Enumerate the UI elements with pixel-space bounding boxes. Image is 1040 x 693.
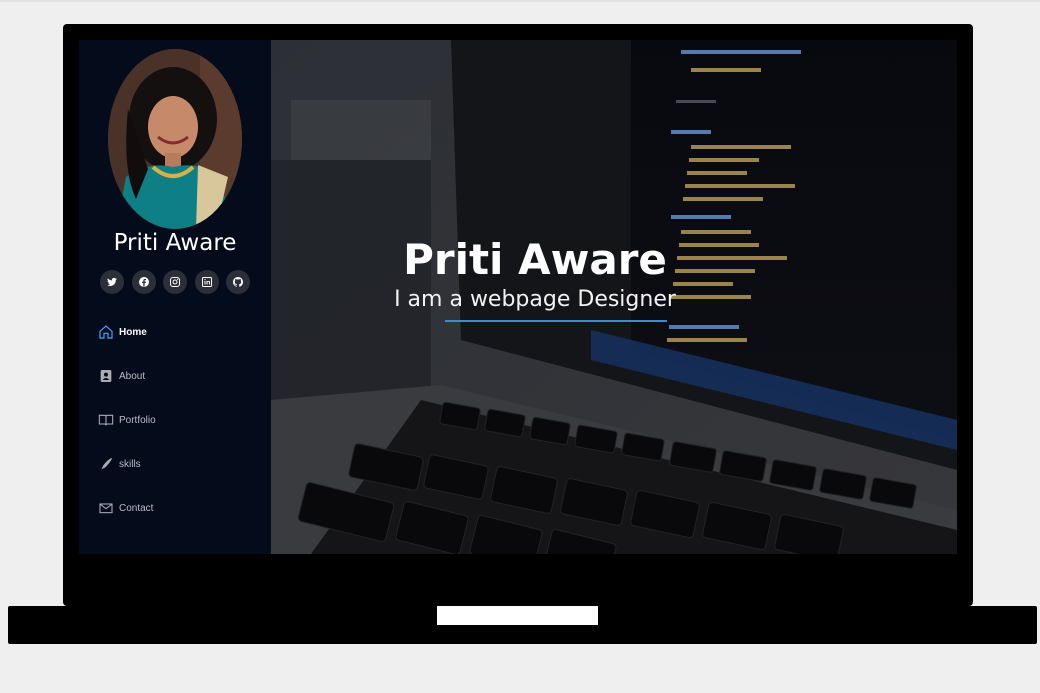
window-top-edge	[0, 0, 1040, 2]
book-icon	[97, 411, 115, 429]
hero-subtitle: I am a webpage Designer	[394, 287, 676, 312]
nav-label-home: Home	[119, 326, 147, 338]
facebook-link[interactable]	[131, 270, 156, 294]
laptop-base-notch	[437, 606, 598, 625]
nav-item-contact[interactable]: Contact	[97, 497, 257, 519]
pen-icon	[97, 455, 115, 473]
twitter-link[interactable]	[100, 270, 124, 294]
hero-section: Priti Aware I am a webpage Designer	[271, 40, 957, 554]
nav-label-portfolio: Portfolio	[119, 414, 156, 426]
facebook-icon	[138, 277, 149, 287]
nav-item-portfolio[interactable]: Portfolio	[97, 409, 257, 431]
sidebar-profile-name: Priti Aware	[113, 230, 237, 256]
github-icon	[232, 276, 244, 287]
person-card-icon	[97, 367, 115, 385]
nav-item-skills[interactable]: skills	[97, 453, 257, 475]
hero-title: Priti Aware	[403, 235, 667, 284]
envelope-icon	[97, 499, 115, 517]
nav-item-about[interactable]: About	[97, 365, 257, 387]
social-links	[100, 270, 250, 294]
home-icon	[97, 323, 115, 341]
nav-label-skills: skills	[119, 458, 141, 470]
linkedin-link[interactable]	[194, 270, 219, 294]
linkedin-icon	[201, 277, 212, 287]
hero-subtitle-underline	[445, 320, 667, 322]
instagram-link[interactable]	[163, 270, 187, 294]
github-link[interactable]	[226, 270, 250, 294]
twitter-icon	[107, 277, 117, 286]
profile-photo	[108, 49, 242, 229]
avatar	[108, 49, 242, 229]
sidebar: Priti Aware Home About Portfolio skills …	[79, 40, 271, 554]
website-screen: Priti Aware Home About Portfolio skills …	[79, 40, 957, 554]
instagram-icon	[170, 277, 180, 287]
nav-item-home[interactable]: Home	[97, 321, 257, 343]
nav-label-about: About	[119, 370, 146, 382]
nav-label-contact: Contact	[119, 502, 154, 514]
